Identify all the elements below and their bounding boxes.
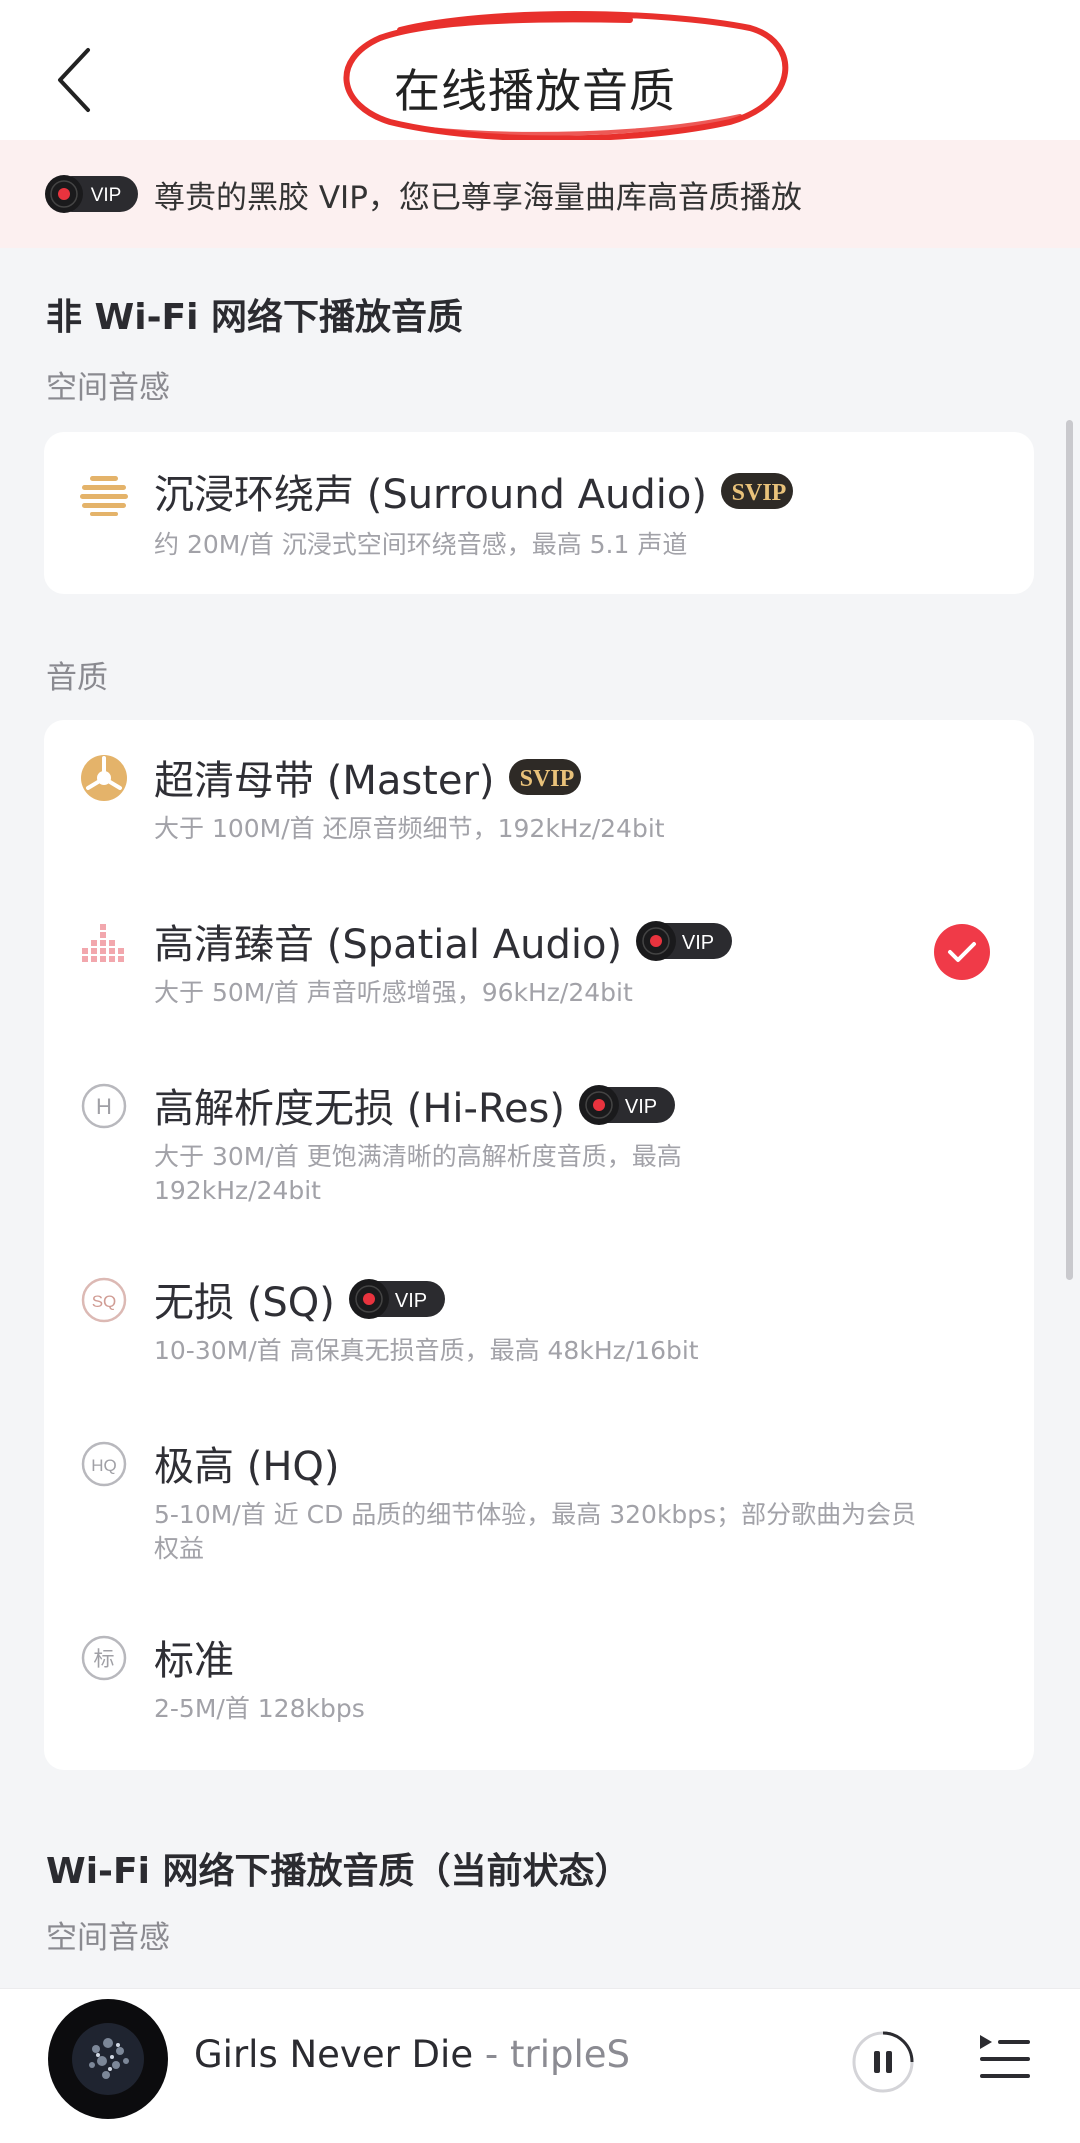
icon-text: 标 bbox=[94, 1647, 115, 1671]
spatial-card: 沉浸环绕声 (Surround Audio) SVIP 约 20M/首 沉浸式空… bbox=[44, 432, 1034, 594]
vinyl-vip-badge: VIP bbox=[636, 921, 733, 961]
sq-icon: SQ bbox=[81, 1277, 127, 1323]
quality-card: 超清母带 (Master) SVIP 大于 100M/首 还原音频细节，192k… bbox=[44, 720, 1034, 1770]
option-desc: 5-10M/首 近 CD 品质的细节体验，最高 320kbps；部分歌曲为会员权… bbox=[154, 1500, 917, 1563]
checkmark-icon bbox=[948, 942, 976, 962]
icon-text: H bbox=[96, 1094, 112, 1119]
svip-badge-text: SVIP bbox=[732, 480, 787, 506]
scrollbar[interactable] bbox=[1066, 420, 1073, 1280]
option-title: 沉浸环绕声 (Surround Audio) SVIP bbox=[154, 462, 793, 520]
master-icon bbox=[81, 755, 127, 801]
svip-badge: SVIP bbox=[508, 759, 581, 795]
hi-res-icon: H bbox=[81, 1083, 127, 1129]
vip-badge-text: VIP bbox=[682, 932, 714, 954]
option-desc: 大于 100M/首 还原音频细节，192kHz/24bit bbox=[154, 814, 665, 843]
svip-badge-text: SVIP bbox=[519, 766, 574, 792]
header: 在线播放音质 bbox=[0, 0, 1080, 142]
option-title-text: 标准 bbox=[154, 1638, 234, 1684]
section-title-non-wifi: 非 Wi-Fi 网络下播放音质 bbox=[46, 297, 463, 338]
spatial-audio-icon bbox=[82, 924, 124, 962]
option-title-text: 高清臻音 (Spatial Audio) bbox=[154, 922, 623, 968]
option-title-text: 极高 (HQ) bbox=[154, 1444, 340, 1490]
option-desc: 大于 50M/首 声音听感增强，96kHz/24bit bbox=[154, 978, 633, 1007]
option-surround[interactable]: 沉浸环绕声 (Surround Audio) SVIP 约 20M/首 沉浸式空… bbox=[44, 432, 1034, 594]
vip-badge-text: VIP bbox=[625, 1096, 657, 1118]
vinyl-vip-badge: VIP bbox=[579, 1085, 675, 1125]
option-desc: 10-30M/首 高保真无损音质，最高 48kHz/16bit bbox=[154, 1336, 699, 1365]
chevron-left-icon bbox=[58, 48, 90, 112]
page-title: 在线播放音质 bbox=[394, 64, 676, 118]
option-title: 无损 (SQ) VIP bbox=[154, 1270, 445, 1328]
label-quality: 音质 bbox=[46, 660, 108, 696]
option-title: 极高 (HQ) bbox=[154, 1434, 340, 1492]
vip-banner: VIP 尊贵的黑胶 VIP，您已尊享海量曲库高音质播放 bbox=[0, 140, 1080, 248]
option-title-text: 高解析度无损 (Hi-Res) bbox=[154, 1086, 565, 1132]
option-desc: 大于 30M/首 更饱满清晰的高解析度音质，最高 192kHz/24bit bbox=[154, 1142, 682, 1205]
playlist-icon[interactable] bbox=[976, 2029, 1032, 2089]
option-desc: 约 20M/首 沉浸式空间环绕音感，最高 5.1 声道 bbox=[154, 530, 688, 559]
svip-badge: SVIP bbox=[720, 473, 793, 509]
standard-icon: 标 bbox=[81, 1635, 127, 1681]
pause-button[interactable] bbox=[850, 2029, 916, 2095]
selected-check bbox=[934, 924, 990, 980]
option-title: 高解析度无损 (Hi-Res) VIP bbox=[154, 1076, 675, 1134]
song-separator: - bbox=[473, 2033, 510, 2076]
option-title-text: 无损 (SQ) bbox=[154, 1280, 335, 1326]
option-title: 超清母带 (Master) SVIP bbox=[154, 748, 581, 806]
option-standard[interactable]: 标 标准 2-5M/首 128kbps bbox=[44, 1600, 1034, 1760]
song-name: Girls Never Die bbox=[194, 2033, 474, 2076]
album-art[interactable] bbox=[48, 1999, 168, 2119]
option-hi-res[interactable]: H 高解析度无损 (Hi-Res) VIP 大于 30M/首 更饱满清晰的高解析… bbox=[44, 1048, 1034, 1238]
label-spatial-sense-wifi: 空间音感 bbox=[46, 1920, 170, 1956]
option-spatial-audio[interactable]: 高清臻音 (Spatial Audio) VIP 大于 50M/首 声音听感增强… bbox=[44, 884, 1034, 1044]
option-desc: 2-5M/首 128kbps bbox=[154, 1694, 365, 1723]
now-playing[interactable]: Girls Never Die - tripleS bbox=[194, 2033, 630, 2076]
option-title: 标准 bbox=[154, 1628, 234, 1686]
vip-badge-text: VIP bbox=[91, 185, 122, 206]
title-wrap: 在线播放音质 bbox=[330, 10, 800, 150]
surround-icon bbox=[80, 476, 128, 516]
option-title-text: 超清母带 (Master) bbox=[154, 758, 495, 804]
mini-player[interactable]: Girls Never Die - tripleS bbox=[0, 1988, 1080, 2143]
artist-name: tripleS bbox=[509, 2033, 630, 2076]
option-title: 高清臻音 (Spatial Audio) VIP bbox=[154, 912, 733, 970]
back-button[interactable] bbox=[44, 40, 104, 120]
icon-text: HQ bbox=[91, 1456, 117, 1475]
vip-badge-text: VIP bbox=[395, 1290, 427, 1312]
option-sq[interactable]: SQ 无损 (SQ) VIP 10-30M/首 高保真无损音质，最高 48kHz… bbox=[44, 1242, 1034, 1402]
option-hq[interactable]: HQ 极高 (HQ) 5-10M/首 近 CD 品质的细节体验，最高 320kb… bbox=[44, 1406, 1034, 1596]
option-title-text: 沉浸环绕声 (Surround Audio) bbox=[154, 472, 707, 518]
label-spatial-sense: 空间音感 bbox=[46, 370, 170, 406]
section-title-wifi: Wi-Fi 网络下播放音质（当前状态） bbox=[46, 1851, 631, 1892]
option-master[interactable]: 超清母带 (Master) SVIP 大于 100M/首 还原音频细节，192k… bbox=[44, 720, 1034, 880]
hq-icon: HQ bbox=[81, 1441, 127, 1487]
vinyl-vip-badge: VIP bbox=[348, 1279, 445, 1319]
vinyl-vip-badge: VIP bbox=[45, 175, 138, 213]
vip-banner-text: 尊贵的黑胶 VIP，您已尊享海量曲库高音质播放 bbox=[154, 179, 802, 216]
icon-text: SQ bbox=[92, 1292, 117, 1311]
